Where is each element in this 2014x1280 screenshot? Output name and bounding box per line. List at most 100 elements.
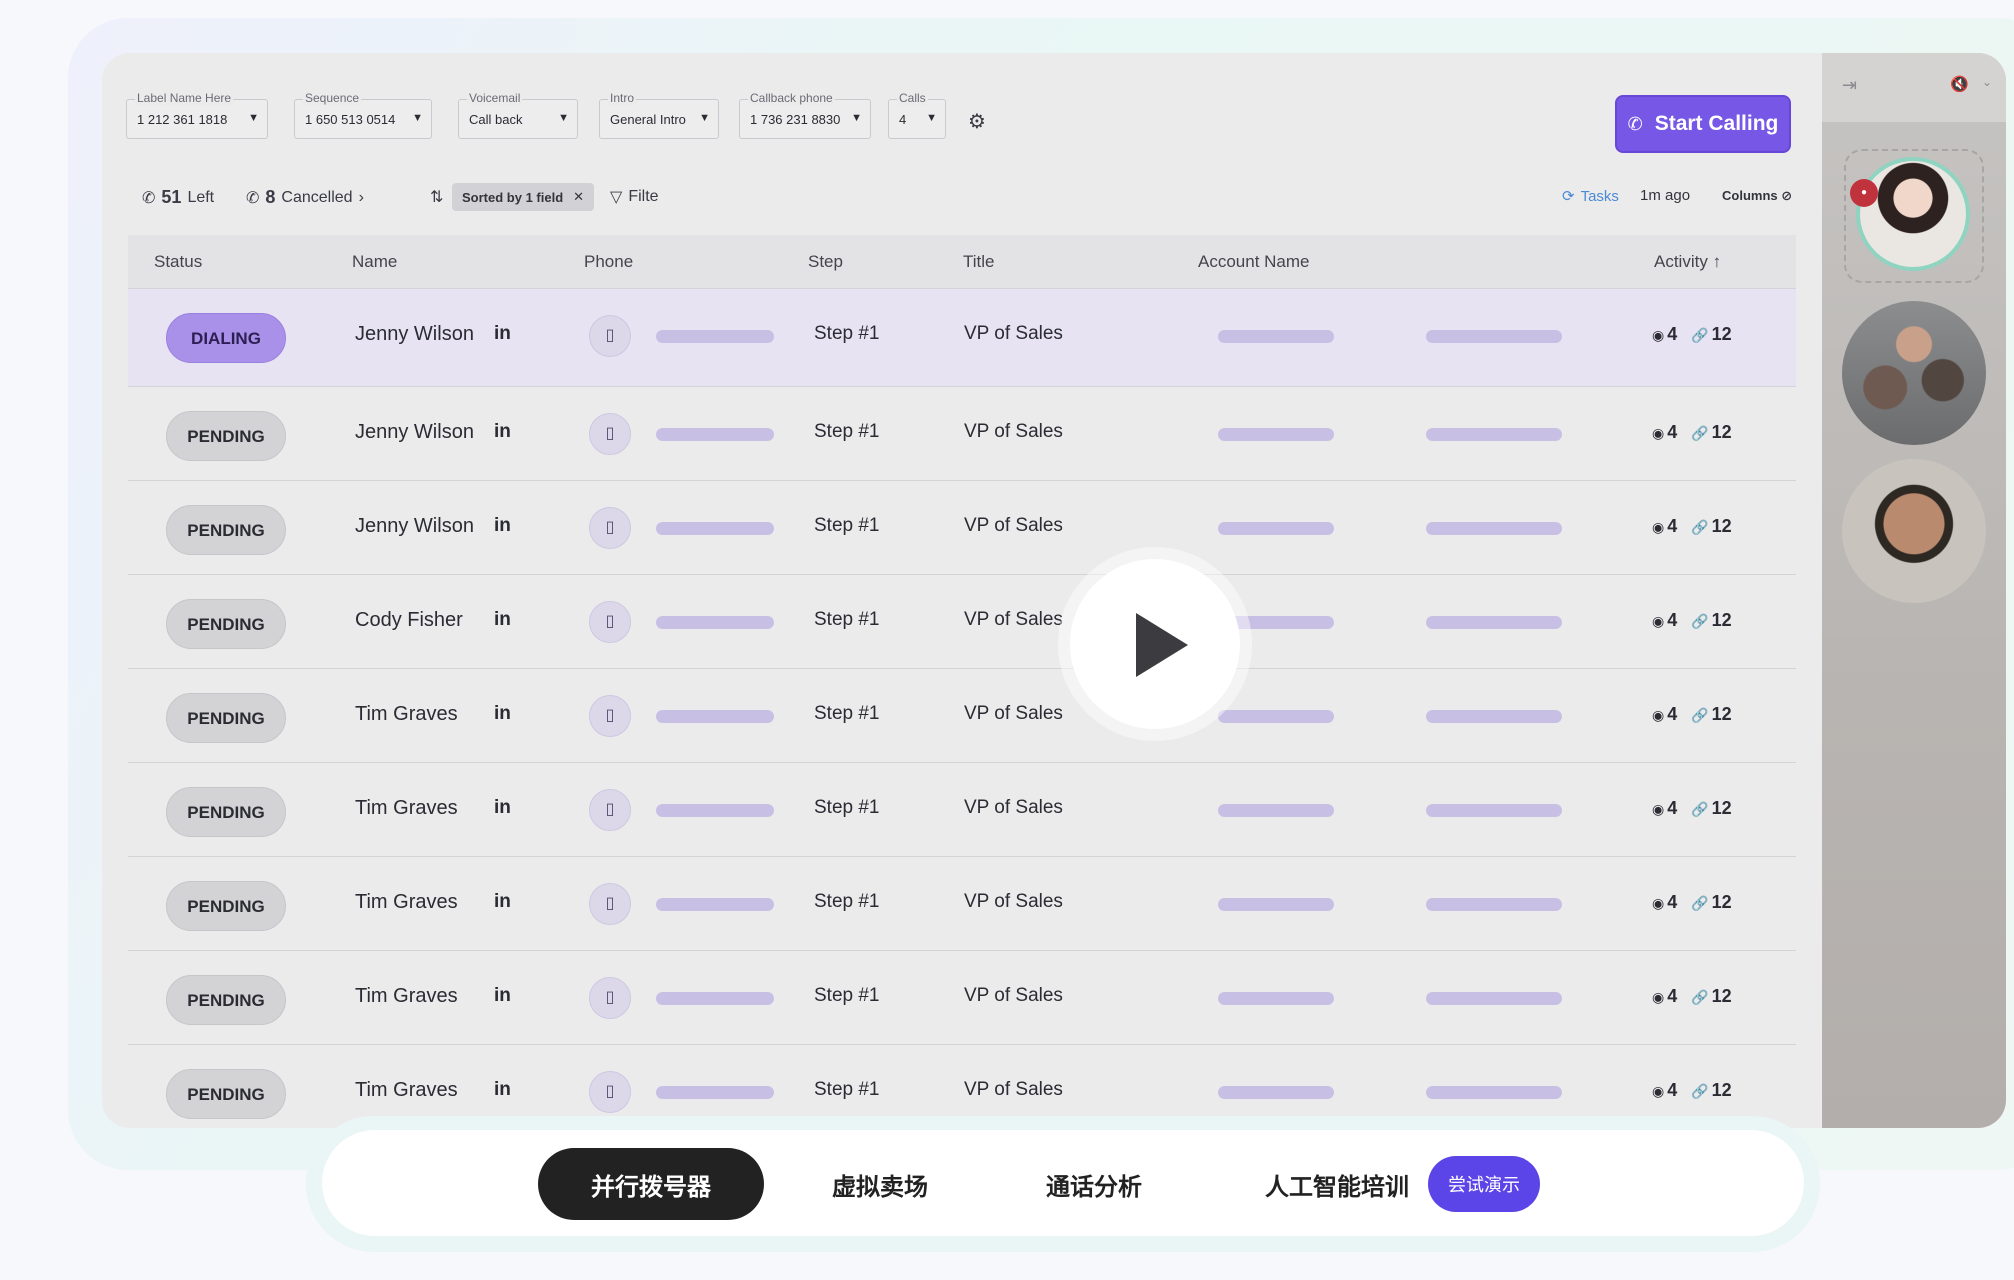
callback-phone-field[interactable]: Callback phone 1 736 231 8830 ▼: [739, 91, 871, 139]
account-placeholder-bar: [1426, 1086, 1562, 1099]
table-row[interactable]: PENDING Tim Graves in ▯ Step #1 VP of Sales ◉ 4…: [128, 857, 1796, 951]
play-button[interactable]: [1070, 559, 1240, 729]
column-header[interactable]: Activity ↑: [1654, 252, 1721, 272]
column-header[interactable]: Account Name: [1198, 252, 1310, 272]
mobile-phone-icon[interactable]: ▯: [589, 1071, 631, 1113]
activity-cell: ◉ 4 🔗 12: [1652, 1080, 1732, 1101]
column-header[interactable]: Title: [963, 252, 995, 272]
contact-name[interactable]: Tim Graves: [355, 985, 458, 1008]
cancelled-count[interactable]: ✆ 8 Cancelled ›: [246, 187, 364, 208]
account-placeholder-bar: [1426, 616, 1562, 629]
voicemail-field[interactable]: Voicemail Call back ▼: [458, 91, 578, 139]
link-icon: 🔗: [1691, 425, 1709, 441]
account-placeholder-bar: [1218, 330, 1334, 343]
avatar[interactable]: [1842, 301, 1986, 445]
filter-button[interactable]: ▽ Filte: [610, 187, 659, 207]
table-row[interactable]: PENDING Jenny Wilson in ▯ Step #1 VP of Sales…: [128, 387, 1796, 481]
eye-icon: ◉: [1652, 989, 1665, 1005]
label-field[interactable]: Label Name Here 1 212 361 1818 ▼: [126, 91, 268, 139]
mobile-phone-icon[interactable]: ▯: [589, 315, 631, 357]
contact-name[interactable]: Tim Graves: [355, 703, 458, 726]
views-count: ◉ 4: [1652, 422, 1677, 443]
table-row[interactable]: PENDING Cody Fisher in ▯ Step #1 VP of Sales ◉…: [128, 575, 1796, 669]
mute-icon[interactable]: 🔇: [1950, 75, 1969, 93]
table-row[interactable]: PENDING Tim Graves in ▯ Step #1 VP of Sales ◉ 4…: [128, 763, 1796, 857]
linkedin-icon[interactable]: in: [494, 421, 511, 443]
views-count: ◉ 4: [1652, 798, 1677, 819]
contact-name[interactable]: Jenny Wilson: [355, 323, 474, 346]
table-row[interactable]: PENDING Tim Graves in ▯ Step #1 VP of Sales ◉ 4…: [128, 951, 1796, 1045]
linkedin-icon[interactable]: in: [494, 797, 511, 819]
mobile-phone-icon[interactable]: ▯: [589, 977, 631, 1019]
column-header[interactable]: Step: [808, 252, 843, 272]
chevron-down-icon: ▼: [851, 112, 862, 124]
links-count: 🔗 12: [1691, 798, 1731, 819]
sort-icon[interactable]: ⇅: [430, 187, 443, 207]
column-header[interactable]: Name: [352, 252, 397, 272]
settings-sliders-icon[interactable]: ⚙: [968, 109, 986, 134]
status-badge: PENDING: [166, 881, 286, 931]
table-row[interactable]: PENDING Tim Graves in ▯ Step #1 VP of Sales ◉ 4…: [128, 669, 1796, 763]
eye-icon: ◉: [1652, 613, 1665, 629]
linkedin-icon[interactable]: in: [494, 985, 511, 1007]
activity-cell: ◉ 4 🔗 12: [1652, 516, 1732, 537]
mobile-phone-icon[interactable]: ▯: [589, 601, 631, 643]
column-header[interactable]: Status: [154, 252, 202, 272]
mobile-phone-icon[interactable]: ▯: [589, 413, 631, 455]
mobile-phone-icon[interactable]: ▯: [589, 789, 631, 831]
column-header[interactable]: Phone: [584, 252, 633, 272]
contact-name[interactable]: Tim Graves: [355, 797, 458, 820]
mobile-phone-icon[interactable]: ▯: [589, 883, 631, 925]
avatar[interactable]: [1856, 157, 1970, 271]
step-cell: Step #1: [814, 609, 880, 630]
cancelled-count-value: 8: [265, 187, 276, 207]
link-icon: 🔗: [1691, 895, 1709, 911]
contact-name[interactable]: Tim Graves: [355, 891, 458, 914]
intro-field[interactable]: Intro General Intro ▼: [599, 91, 719, 139]
account-placeholder-bar: [1426, 522, 1562, 535]
tab-parallel-dialer[interactable]: 并行拨号器: [538, 1148, 764, 1220]
tab-call-analytics[interactable]: 通话分析: [1014, 1148, 1174, 1220]
calls-field[interactable]: Calls 4 ▼: [888, 91, 946, 139]
chevron-right-icon: ›: [358, 188, 364, 206]
start-calling-button[interactable]: ✆ Start Calling: [1615, 95, 1791, 153]
links-count: 🔗 12: [1691, 892, 1731, 913]
try-demo-badge[interactable]: 尝试演示: [1428, 1156, 1540, 1212]
collapse-icon[interactable]: ⇥: [1842, 75, 1857, 96]
columns-button[interactable]: Columns ⊘: [1722, 188, 1792, 204]
account-placeholder-bar: [1426, 330, 1562, 343]
sequence-field[interactable]: Sequence 1 650 513 0514 ▼: [294, 91, 432, 139]
table-row[interactable]: PENDING Jenny Wilson in ▯ Step #1 VP of Sales…: [128, 481, 1796, 575]
contact-name[interactable]: Jenny Wilson: [355, 421, 474, 444]
activity-cell: ◉ 4 🔗 12: [1652, 704, 1732, 725]
linkedin-icon[interactable]: in: [494, 323, 511, 345]
tab-virtual-salesfloor[interactable]: 虚拟卖场: [800, 1148, 960, 1220]
activity-cell: ◉ 4 🔗 12: [1652, 422, 1732, 443]
step-cell: Step #1: [814, 323, 880, 344]
linkedin-icon[interactable]: in: [494, 609, 511, 631]
phone-placeholder-bar: [656, 804, 774, 817]
close-icon[interactable]: ✕: [573, 189, 584, 205]
sorted-chip[interactable]: Sorted by 1 field ✕: [452, 183, 595, 211]
contact-name[interactable]: Jenny Wilson: [355, 515, 474, 538]
mobile-phone-icon[interactable]: ▯: [589, 507, 631, 549]
tab-ai-training[interactable]: 人工智能培训: [1254, 1148, 1420, 1220]
chevron-down-icon: ▼: [926, 112, 937, 124]
activity-cell: ◉ 4 🔗 12: [1652, 324, 1732, 345]
linkedin-icon[interactable]: in: [494, 1079, 511, 1101]
activity-cell: ◉ 4 🔗 12: [1652, 610, 1732, 631]
links-count: 🔗 12: [1691, 704, 1731, 725]
tasks-link[interactable]: ⟳ Tasks: [1562, 187, 1619, 206]
chevron-down-icon[interactable]: ⌄: [1982, 75, 1992, 89]
activity-cell: ◉ 4 🔗 12: [1652, 986, 1732, 1007]
avatar[interactable]: [1842, 459, 1986, 603]
phone-icon: ✆: [142, 189, 156, 207]
mobile-phone-icon[interactable]: ▯: [589, 695, 631, 737]
linkedin-icon[interactable]: in: [494, 891, 511, 913]
step-cell: Step #1: [814, 985, 880, 1006]
table-row[interactable]: DIALING Jenny Wilson in ▯ Step #1 VP of Sales…: [128, 289, 1796, 387]
contact-name[interactable]: Cody Fisher: [355, 609, 463, 632]
contact-name[interactable]: Tim Graves: [355, 1079, 458, 1102]
linkedin-icon[interactable]: in: [494, 515, 511, 537]
linkedin-icon[interactable]: in: [494, 703, 511, 725]
